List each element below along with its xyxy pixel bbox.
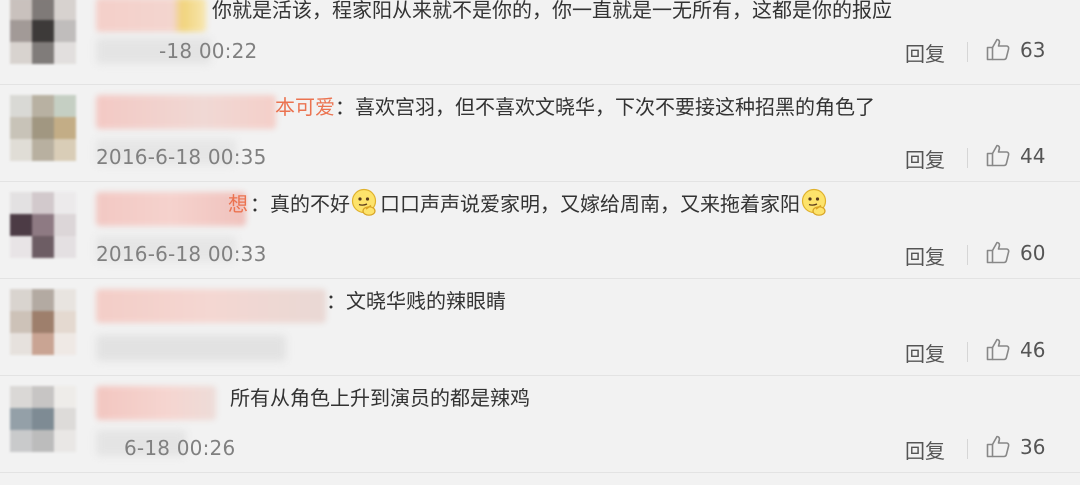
avatar-pixel	[10, 214, 32, 236]
avatar-pixel	[10, 333, 32, 355]
thumbs-up-icon[interactable]	[985, 36, 1011, 62]
comment-time: -18 00:22	[159, 39, 258, 63]
avatar-pixel	[10, 408, 32, 430]
thinking-emoji-icon	[801, 188, 827, 216]
avatar[interactable]	[10, 192, 76, 258]
username-redacted[interactable]	[96, 192, 246, 226]
comment-item: 本可爱 ：喜欢宫羽，但不喜欢文晓华，下次不要接这种招黑的角色了 2016-6-1…	[0, 85, 1080, 182]
avatar[interactable]	[10, 386, 76, 452]
comment-item: ：文晓华贱的辣眼睛 回复 46	[0, 279, 1080, 376]
avatar-pixel	[10, 289, 32, 311]
username-redacted[interactable]	[96, 289, 326, 323]
reply-button[interactable]: 回复	[905, 241, 945, 270]
avatar[interactable]	[10, 0, 76, 64]
avatar-pixel	[54, 139, 76, 161]
avatar-pixel	[54, 95, 76, 117]
reply-button[interactable]: 回复	[905, 144, 945, 173]
avatar-pixel	[54, 386, 76, 408]
like-count: 63	[1020, 38, 1046, 62]
avatar-pixel	[32, 430, 54, 452]
avatar-pixel	[32, 214, 54, 236]
comment-item: 你就是活该，程家阳从来就不是你的，你一直就是一无所有，这都是你的报应 -18 0…	[0, 0, 1080, 85]
comment-text: ：真的不好 口口声声说爱家明，又嫁给周南，又来拖着家阳	[250, 188, 830, 218]
comment-list: 你就是活该，程家阳从来就不是你的，你一直就是一无所有，这都是你的报应 -18 0…	[0, 0, 1080, 485]
comment-item: 所有从角色上升到演员的都是辣鸡 6-18 00:26 回复 36	[0, 376, 1080, 473]
comment-username[interactable]: 想	[228, 188, 248, 217]
divider	[967, 439, 968, 459]
avatar-pixel	[54, 236, 76, 258]
reply-button[interactable]: 回复	[905, 338, 945, 367]
comment-text: ：喜欢宫羽，但不喜欢文晓华，下次不要接这种招黑的角色了	[335, 95, 875, 119]
avatar-pixel	[54, 214, 76, 236]
comment-username[interactable]: 本可爱	[275, 91, 335, 120]
avatar-pixel	[10, 386, 32, 408]
avatar-pixel	[10, 20, 32, 42]
avatar-pixel	[10, 311, 32, 333]
avatar-pixel	[32, 117, 54, 139]
avatar-pixel	[54, 42, 76, 64]
comment-text: ：文晓华贱的辣眼睛	[326, 289, 506, 313]
avatar-pixel	[32, 386, 54, 408]
comment-text-part: ：真的不好	[250, 192, 350, 216]
thumbs-up-icon[interactable]	[985, 336, 1011, 362]
like-count: 36	[1020, 435, 1046, 459]
date-redacted	[96, 335, 286, 361]
avatar-pixel	[10, 192, 32, 214]
avatar-pixel	[10, 430, 32, 452]
avatar-pixel	[10, 117, 32, 139]
avatar-pixel	[32, 289, 54, 311]
avatar-pixel	[32, 0, 54, 20]
comment-item: 想 ：真的不好 口口声声说爱家明，又嫁给周南，又来拖着家阳 2016-6-18 0…	[0, 182, 1080, 279]
avatar-pixel	[54, 192, 76, 214]
avatar-pixel	[10, 95, 32, 117]
like-count: 46	[1020, 338, 1046, 362]
thinking-emoji-icon	[351, 188, 377, 216]
avatar-pixel	[54, 0, 76, 20]
avatar-pixel	[10, 236, 32, 258]
comment-time: 2016-6-18 00:35	[96, 145, 267, 169]
username-redacted[interactable]	[96, 0, 206, 32]
avatar-pixel	[32, 408, 54, 430]
avatar-pixel	[32, 333, 54, 355]
avatar-pixel	[32, 42, 54, 64]
avatar-pixel	[32, 139, 54, 161]
avatar-pixel	[32, 192, 54, 214]
avatar-pixel	[32, 311, 54, 333]
avatar-pixel	[54, 430, 76, 452]
thumbs-up-icon[interactable]	[985, 142, 1011, 168]
avatar-pixel	[10, 42, 32, 64]
reply-button[interactable]: 回复	[905, 435, 945, 464]
username-redacted[interactable]	[96, 386, 216, 420]
avatar-pixel	[32, 95, 54, 117]
divider	[967, 342, 968, 362]
thumbs-up-icon[interactable]	[985, 239, 1011, 265]
avatar-pixel	[54, 333, 76, 355]
avatar-pixel	[32, 236, 54, 258]
comment-text-part: 口口声声说爱家明，又嫁给周南，又来拖着家阳	[380, 192, 800, 216]
avatar-pixel	[54, 20, 76, 42]
avatar-pixel	[10, 0, 32, 20]
divider	[967, 42, 968, 62]
avatar[interactable]	[10, 289, 76, 355]
avatar-pixel	[32, 20, 54, 42]
comment-time: 2016-6-18 00:33	[96, 242, 267, 266]
avatar-pixel	[54, 311, 76, 333]
divider	[967, 148, 968, 168]
comment-time: 6-18 00:26	[124, 436, 236, 460]
avatar-pixel	[10, 139, 32, 161]
comment-text: 你就是活该，程家阳从来就不是你的，你一直就是一无所有，这都是你的报应	[212, 0, 892, 22]
username-redacted[interactable]	[96, 95, 276, 129]
like-count: 44	[1020, 144, 1046, 168]
avatar-pixel	[54, 408, 76, 430]
comment-text: 所有从角色上升到演员的都是辣鸡	[230, 386, 530, 410]
avatar[interactable]	[10, 95, 76, 161]
divider	[967, 245, 968, 265]
like-count: 60	[1020, 241, 1046, 265]
reply-button[interactable]: 回复	[905, 38, 945, 67]
thumbs-up-icon[interactable]	[985, 433, 1011, 459]
avatar-pixel	[54, 289, 76, 311]
avatar-pixel	[54, 117, 76, 139]
